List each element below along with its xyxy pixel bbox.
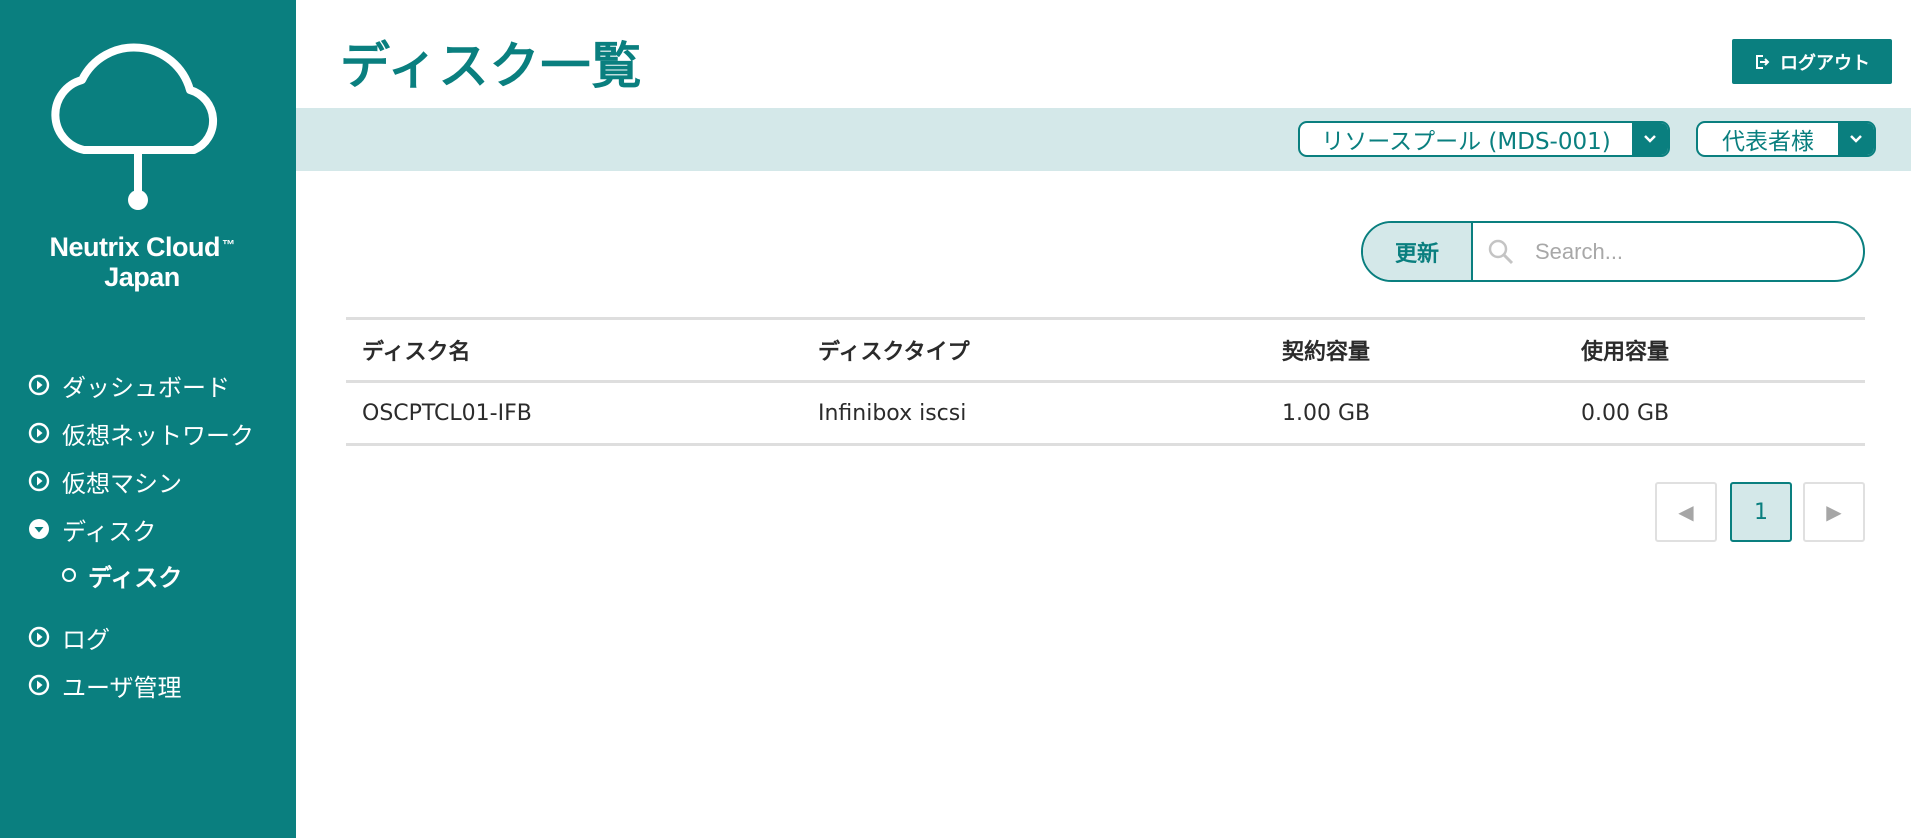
search-box (1473, 223, 1863, 280)
brand-name: Neutrix Cloud ™ Japan (49, 232, 235, 292)
page-button-current[interactable]: 1 (1730, 482, 1792, 542)
sidebar-subitem-disk[interactable]: ディスク (62, 558, 182, 592)
sidebar-item-log[interactable]: ログ (28, 620, 110, 654)
play-circle-icon (28, 422, 50, 444)
play-circle-icon (28, 470, 50, 492)
table-header-row: ディスク名 ディスクタイプ 契約容量 使用容量 (346, 317, 1865, 383)
sidebar-item-disk[interactable]: ディスク (28, 512, 156, 546)
cell-used-capacity: 0.00 GB (1565, 381, 1865, 446)
sidebar-item-label: ユーザ管理 (62, 673, 182, 702)
sidebar-item-label: ダッシュボード (62, 373, 230, 402)
caret-right-icon: ▶ (1826, 500, 1842, 524)
chevron-down-icon[interactable] (1838, 123, 1874, 155)
circle-bullet-icon (62, 568, 76, 582)
caret-left-icon: ◀ (1678, 500, 1694, 524)
user-value: 代表者様 (1722, 129, 1814, 155)
column-header-disk-type[interactable]: ディスクタイプ (802, 317, 1266, 383)
cell-disk-type: Infinibox iscsi (802, 381, 1266, 446)
resource-pool-select[interactable]: リソースプール (MDS-001) (1298, 121, 1670, 157)
sidebar-item-user-management[interactable]: ユーザ管理 (28, 668, 182, 702)
sidebar-item-label: ログ (62, 625, 110, 654)
column-header-contract-capacity[interactable]: 契約容量 (1266, 317, 1565, 383)
sidebar-item-label: ディスク (62, 517, 157, 546)
sidebar-subitem-label: ディスク (88, 563, 183, 592)
filter-bar: リソースプール (MDS-001) 代表者様 (296, 108, 1911, 171)
play-circle-icon (28, 674, 50, 696)
sidebar-item-label: 仮想マシン (62, 469, 182, 498)
sidebar-item-label: 仮想ネットワーク (62, 421, 254, 450)
search-input[interactable] (1533, 237, 1837, 266)
cloud-logo-icon (51, 43, 218, 210)
sidebar-item-dashboard[interactable]: ダッシュボード (28, 368, 230, 402)
sidebar: Neutrix Cloud ™ Japan ダッシュボード 仮想ネットワーク 仮想… (0, 0, 296, 838)
play-circle-icon (28, 626, 50, 648)
search-icon (1488, 239, 1514, 264)
table-row[interactable]: OSCPTCL01-IFB Infinibox iscsi 1.00 GB 0.… (346, 381, 1865, 446)
sidebar-item-virtual-machine[interactable]: 仮想マシン (28, 464, 182, 498)
logout-label: ログアウト (1780, 52, 1870, 74)
chevron-down-circle-icon (29, 519, 49, 539)
disk-table: ディスク名 ディスクタイプ 契約容量 使用容量 OSCPTCL01-IFB In… (346, 317, 1865, 446)
column-header-used-capacity[interactable]: 使用容量 (1565, 317, 1865, 383)
page-title: ディスク一覧 (340, 37, 643, 95)
chevron-down-icon[interactable] (1632, 123, 1668, 155)
user-select[interactable]: 代表者様 (1696, 121, 1876, 157)
cell-contract-capacity: 1.00 GB (1266, 381, 1565, 446)
sidebar-item-virtual-network[interactable]: 仮想ネットワーク (28, 416, 254, 450)
prev-page-button[interactable]: ◀ (1655, 482, 1717, 542)
resource-pool-value: リソースプール (MDS-001) (1321, 129, 1611, 155)
table-toolbar: 更新 (1361, 221, 1865, 282)
cell-disk-name: OSCPTCL01-IFB (346, 381, 802, 446)
play-circle-icon (28, 374, 50, 396)
column-header-disk-name[interactable]: ディスク名 (346, 317, 802, 383)
next-page-button[interactable]: ▶ (1803, 482, 1865, 542)
logout-icon (1756, 54, 1770, 69)
logout-button[interactable]: ログアウト (1732, 39, 1892, 84)
refresh-button[interactable]: 更新 (1363, 223, 1473, 280)
